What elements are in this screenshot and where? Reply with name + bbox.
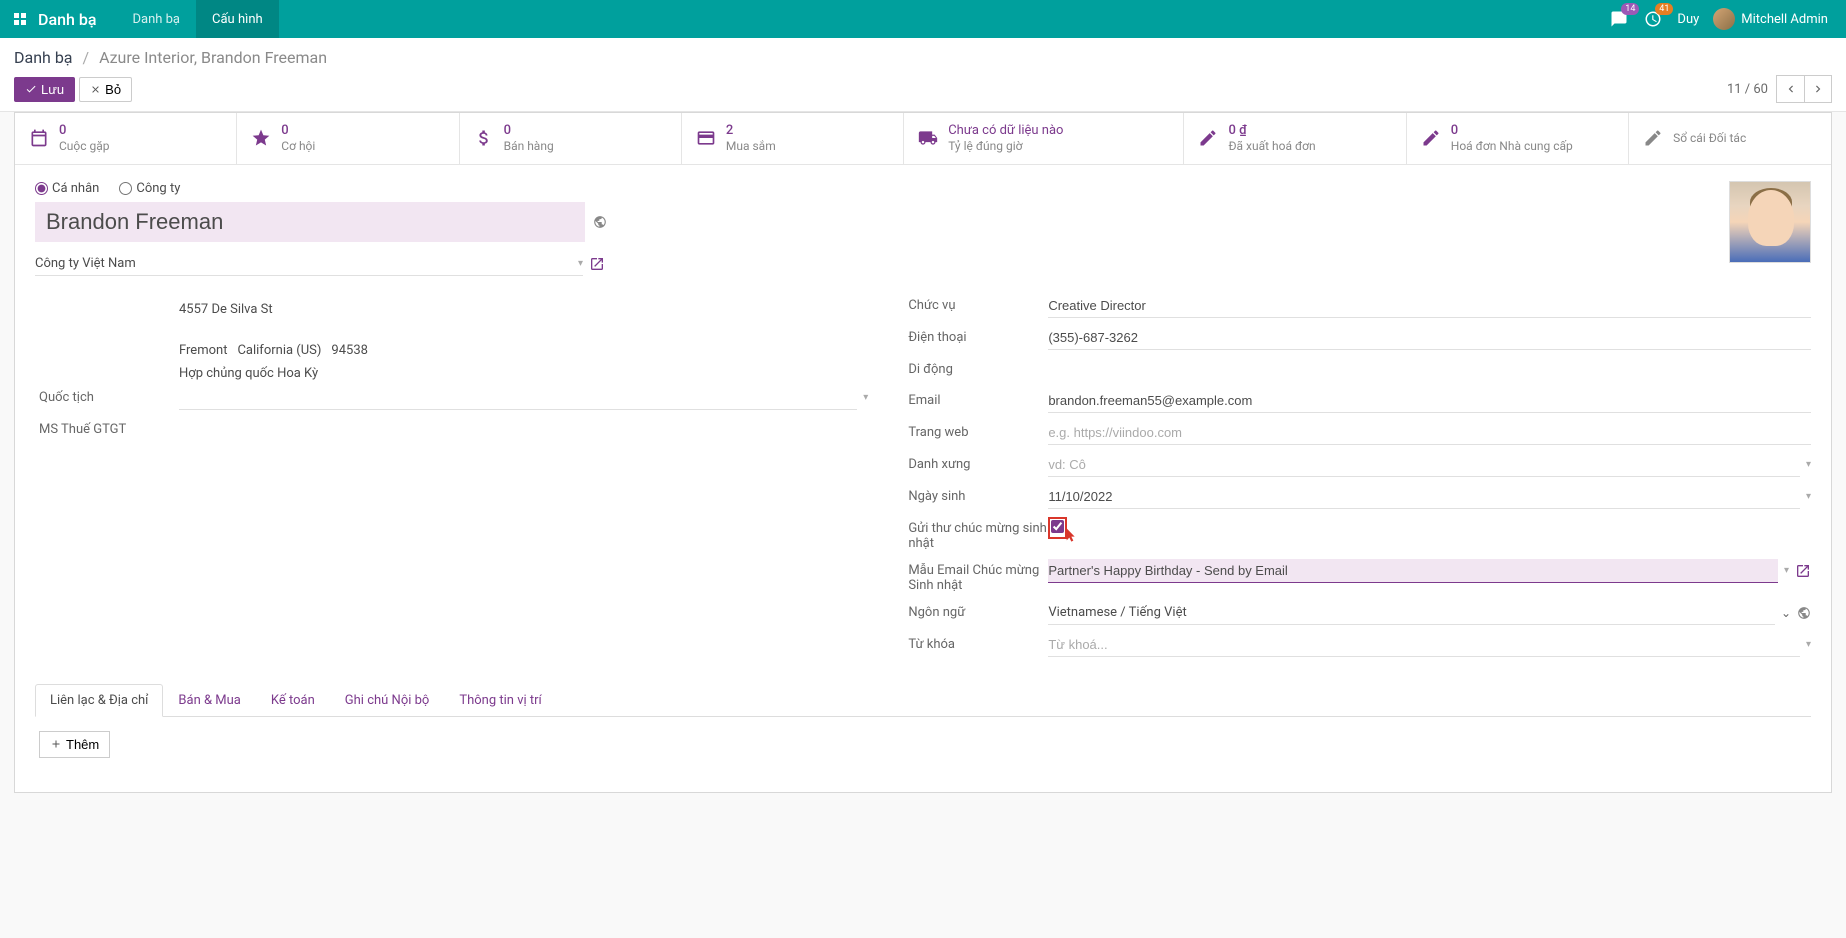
label-job: Chức vụ xyxy=(908,294,1048,313)
user-name: Mitchell Admin xyxy=(1741,12,1828,27)
save-button[interactable]: Lưu xyxy=(14,77,75,102)
external-link-icon[interactable] xyxy=(1795,563,1811,579)
messages-badge: 14 xyxy=(1621,3,1639,15)
company-select[interactable]: Công ty Việt Nam ▾ xyxy=(35,252,583,276)
chevron-down-icon: ▾ xyxy=(578,258,583,269)
email-input[interactable] xyxy=(1048,389,1811,413)
address-city: Fremont xyxy=(179,339,227,362)
chevron-down-icon: ▾ xyxy=(1806,639,1811,650)
edit-icon xyxy=(1198,128,1218,148)
address-state: California (US) xyxy=(237,339,321,362)
chevron-down-icon: ▾ xyxy=(1806,459,1811,470)
activities-badge: 41 xyxy=(1655,3,1673,15)
radio-company[interactable]: Công ty xyxy=(119,181,180,196)
title-select[interactable] xyxy=(1048,453,1800,477)
label-birthday: Ngày sinh xyxy=(908,485,1048,504)
cursor-arrow-icon xyxy=(1062,527,1078,543)
breadcrumb: Danh bạ / Azure Interior, Brandon Freema… xyxy=(14,48,1832,67)
stat-sales[interactable]: 0Bán hàng xyxy=(460,113,682,164)
address-zip: 94538 xyxy=(331,339,368,362)
pager-position: 11 / 60 xyxy=(1727,82,1768,97)
nav-tab-config[interactable]: Cấu hình xyxy=(196,0,279,38)
card-icon xyxy=(696,128,716,148)
plus-icon xyxy=(50,738,62,750)
tags-input[interactable] xyxy=(1048,633,1800,657)
globe-icon[interactable] xyxy=(1797,606,1811,620)
dollar-icon xyxy=(474,128,494,148)
label-title: Danh xưng xyxy=(908,453,1048,472)
breadcrumb-bar: Danh bạ / Azure Interior, Brandon Freema… xyxy=(0,38,1846,112)
label-vat: MS Thuế GTGT xyxy=(39,418,179,437)
tab-accounting[interactable]: Kế toán xyxy=(256,684,330,717)
address-country: Hợp chủng quốc Hoa Kỳ xyxy=(179,362,868,385)
company-selector[interactable]: Duy xyxy=(1677,12,1699,27)
edit-icon xyxy=(1643,128,1663,148)
job-input[interactable] xyxy=(1048,294,1811,318)
discard-button[interactable]: Bỏ xyxy=(79,77,132,102)
truck-icon xyxy=(918,128,938,148)
stat-invoiced[interactable]: 0 ₫Đã xuất hoá đơn xyxy=(1184,113,1406,164)
form-sheet: 0Cuộc gặp 0Cơ hội 0Bán hàng 2Mua sắm Chư… xyxy=(14,112,1832,793)
address-street: 4557 De Silva St xyxy=(179,298,868,321)
label-mobile: Di động xyxy=(908,358,1048,377)
pager-next[interactable] xyxy=(1804,75,1832,103)
avatar-icon xyxy=(1713,8,1735,30)
chevron-down-icon: ▾ xyxy=(1806,491,1811,502)
language-select[interactable]: Vietnamese / Tiếng Việt xyxy=(1048,601,1775,625)
stat-meetings[interactable]: 0Cuộc gặp xyxy=(15,113,237,164)
nationality-select[interactable] xyxy=(179,386,857,410)
brand[interactable]: Danh bạ xyxy=(38,10,96,29)
label-email: Email xyxy=(908,389,1048,408)
label-phone: Điện thoại xyxy=(908,326,1048,345)
stat-ontime[interactable]: Chưa có dữ liệu nàoTỷ lệ đúng giờ xyxy=(904,113,1184,164)
breadcrumb-current: Azure Interior, Brandon Freeman xyxy=(99,48,327,67)
add-button[interactable]: Thêm xyxy=(39,731,110,758)
breadcrumb-root[interactable]: Danh bạ xyxy=(14,48,73,67)
user-menu[interactable]: Mitchell Admin xyxy=(1713,8,1828,30)
birthday-template-select[interactable] xyxy=(1048,559,1778,583)
label-send-birthday: Gửi thư chúc mừng sinh nhật xyxy=(908,517,1048,551)
tab-contacts[interactable]: Liên lạc & Địa chỉ xyxy=(35,684,163,717)
label-birthday-template: Mẫu Email Chúc mừng Sinh nhật xyxy=(908,559,1048,593)
label-nationality: Quốc tịch xyxy=(39,386,179,405)
tab-geo[interactable]: Thông tin vị trí xyxy=(444,684,556,717)
stat-partner-ledger[interactable]: Sổ cái Đối tác xyxy=(1629,113,1831,164)
tab-notes[interactable]: Ghi chú Nội bộ xyxy=(330,684,445,717)
stat-opportunities[interactable]: 0Cơ hội xyxy=(237,113,459,164)
mobile-input[interactable] xyxy=(1048,358,1811,381)
chevron-down-icon: ▾ xyxy=(1784,565,1789,576)
activities-icon[interactable]: 41 xyxy=(1643,9,1663,29)
pager-prev[interactable] xyxy=(1776,75,1804,103)
external-link-icon[interactable] xyxy=(589,256,605,272)
nav-tab-contacts[interactable]: Danh bạ xyxy=(116,0,196,38)
globe-icon[interactable] xyxy=(593,215,607,229)
label-language: Ngôn ngữ xyxy=(908,601,1048,620)
form-tabs: Liên lạc & Địa chỉ Bán & Mua Kế toán Ghi… xyxy=(35,683,1811,717)
partner-photo[interactable] xyxy=(1729,181,1811,263)
star-icon xyxy=(251,128,271,148)
stat-row: 0Cuộc gặp 0Cơ hội 0Bán hàng 2Mua sắm Chư… xyxy=(15,113,1831,165)
vat-input[interactable] xyxy=(179,418,868,441)
calendar-icon xyxy=(29,128,49,148)
edit-icon xyxy=(1421,128,1441,148)
website-input[interactable] xyxy=(1048,421,1811,445)
name-input[interactable] xyxy=(35,202,585,242)
birthday-input[interactable] xyxy=(1048,485,1800,509)
chevron-down-icon: ▾ xyxy=(863,392,868,403)
stat-purchases[interactable]: 2Mua sắm xyxy=(682,113,904,164)
navbar: Danh bạ Danh bạ Cấu hình 14 41 Duy Mitch… xyxy=(0,0,1846,38)
messages-icon[interactable]: 14 xyxy=(1609,9,1629,29)
label-website: Trang web xyxy=(908,421,1048,440)
address-block[interactable]: 4557 De Silva St Fremont California (US)… xyxy=(39,294,868,386)
stat-vendor-bills[interactable]: 0Hoá đơn Nhà cung cấp xyxy=(1407,113,1629,164)
apps-icon[interactable] xyxy=(14,13,26,25)
tab-sales-purchase[interactable]: Bán & Mua xyxy=(163,684,255,717)
label-tags: Từ khóa xyxy=(908,633,1048,652)
phone-input[interactable] xyxy=(1048,326,1811,350)
chevron-down-icon: ⌄ xyxy=(1781,606,1791,620)
radio-individual[interactable]: Cá nhân xyxy=(35,181,99,196)
